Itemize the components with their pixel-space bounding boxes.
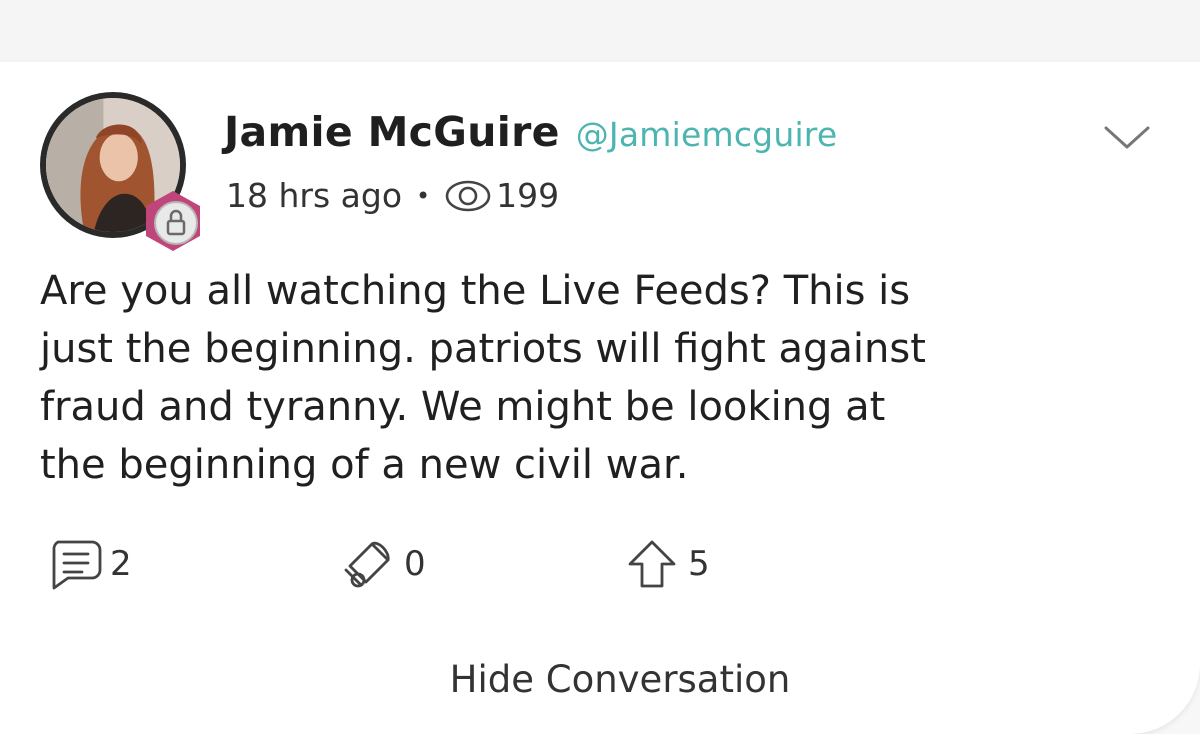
echo-count: 0 <box>404 544 426 584</box>
echo-button[interactable]: 0 <box>338 536 426 592</box>
hide-conversation-link[interactable]: Hide Conversation <box>0 658 1200 701</box>
post-body: Are you all watching the Live Feeds? Thi… <box>40 262 1160 494</box>
author-row: Jamie McGuire @Jamiemcguire <box>224 108 837 156</box>
action-bar: 2 0 5 <box>0 536 1200 596</box>
time-ago: 18 hrs ago <box>226 176 403 215</box>
upvote-button[interactable]: 5 <box>622 536 710 592</box>
eye-icon <box>444 179 492 213</box>
post-body-line: fraud and tyranny. We might be looking a… <box>40 384 886 430</box>
view-count: 199 <box>496 176 560 215</box>
author-handle[interactable]: @Jamiemcguire <box>576 115 838 154</box>
chevron-down-icon[interactable] <box>1102 122 1152 152</box>
post-meta: 18 hrs ago • 199 <box>226 176 559 215</box>
author-name[interactable]: Jamie McGuire <box>224 108 560 156</box>
post-body-line: the beginning of a new civil war. <box>40 442 689 488</box>
top-strip <box>0 0 1200 62</box>
comment-count: 2 <box>110 544 132 584</box>
echo-megaphone-icon <box>338 536 398 592</box>
upvote-count: 5 <box>688 544 710 584</box>
comment-icon <box>44 536 104 592</box>
upvote-arrow-icon <box>622 536 682 592</box>
post-body-line: Are you all watching the Live Feeds? Thi… <box>40 268 911 314</box>
comment-button[interactable]: 2 <box>44 536 132 592</box>
meta-separator: • <box>416 181 431 210</box>
post-body-line: just the beginning. patriots will fight … <box>40 326 926 372</box>
lock-badge-icon <box>140 188 206 254</box>
